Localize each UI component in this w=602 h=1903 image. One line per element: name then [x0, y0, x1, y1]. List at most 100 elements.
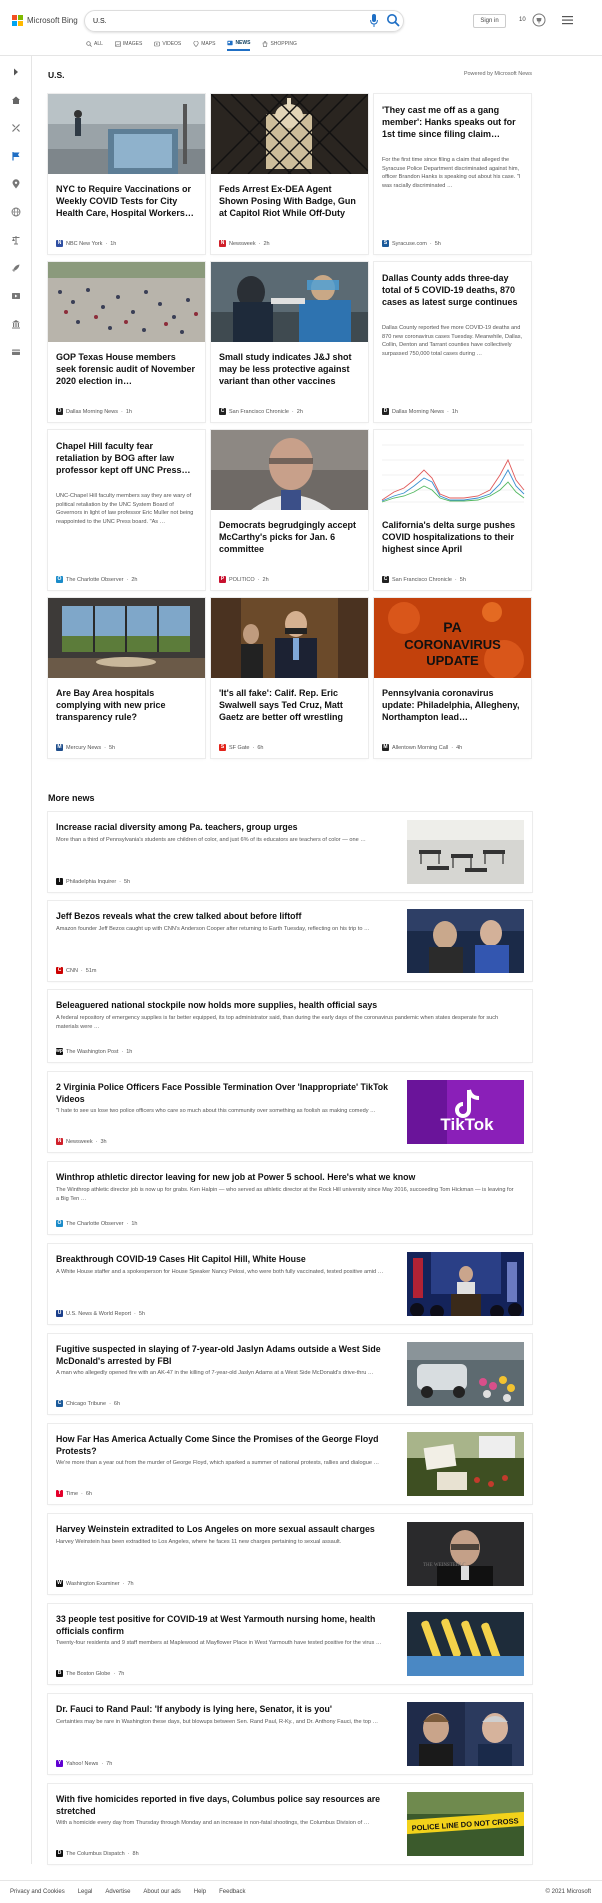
news-card[interactable]: Feds Arrest Ex-DEA Agent Shown Posing Wi… — [211, 94, 368, 254]
provider-name: San Francisco Chronicle — [392, 576, 452, 583]
provider-logo: C — [56, 967, 63, 974]
card-icon[interactable] — [11, 347, 21, 357]
list-item[interactable]: Increase racial diversity among Pa. teac… — [48, 812, 532, 892]
item-title[interactable]: 2 Virginia Police Officers Face Possible… — [56, 1081, 401, 1105]
search-box[interactable] — [84, 10, 404, 32]
copyright: © 2021 Microsoft — [545, 1889, 591, 1895]
item-title[interactable]: Dr. Fauci to Rand Paul: 'If anybody is l… — [56, 1703, 401, 1715]
microphone-icon[interactable] — [370, 14, 378, 28]
bank-icon[interactable] — [11, 319, 21, 329]
provider-name: Newsweek — [66, 1138, 93, 1145]
item-snippet: With a homicide every day from Thursday … — [56, 1820, 370, 1826]
card-title[interactable]: Pennsylvania coronavirus update: Philade… — [382, 687, 524, 723]
item-image: TikTok — [407, 1080, 524, 1144]
item-title[interactable]: Fugitive suspected in slaying of 7-year-… — [56, 1343, 401, 1367]
home-icon[interactable] — [11, 95, 21, 105]
powered-by[interactable]: Powered by Microsoft News — [464, 71, 532, 77]
list-item[interactable]: Beleaguered national stockpile now holds… — [48, 990, 532, 1062]
provider-logo: T — [56, 1490, 63, 1497]
rewards-count[interactable]: 10 — [519, 17, 526, 23]
item-title[interactable]: Beleaguered national stockpile now holds… — [56, 999, 516, 1011]
news-card[interactable]: Democrats begrudgingly accept McCarthy's… — [211, 430, 368, 590]
provider-name: The Boston Globe — [66, 1670, 111, 1677]
card-title[interactable]: Feds Arrest Ex-DEA Agent Shown Posing Wi… — [219, 183, 361, 219]
card-title[interactable]: Small study indicates J&J shot may be le… — [219, 351, 361, 387]
provider-logo: S — [382, 240, 389, 247]
provider-name: Yahoo! News — [66, 1760, 99, 1767]
news-card[interactable]: NYC to Require Vaccinations or Weekly CO… — [48, 94, 205, 254]
provider-name: NBC New York — [66, 240, 103, 247]
list-item[interactable]: 2 Virginia Police Officers Face Possible… — [48, 1072, 532, 1152]
sign-in-button[interactable]: Sign in — [473, 14, 506, 28]
card-title[interactable]: California's delta surge pushes COVID ho… — [382, 519, 524, 555]
item-title[interactable]: Increase racial diversity among Pa. teac… — [56, 821, 401, 833]
list-item[interactable]: Dr. Fauci to Rand Paul: 'If anybody is l… — [48, 1694, 532, 1774]
news-card[interactable]: Are Bay Area hospitals complying with ne… — [48, 598, 205, 758]
footer-link-feedback[interactable]: Feedback — [219, 1889, 245, 1895]
nav-label: SHOPPING — [270, 41, 297, 47]
tools-icon[interactable] — [11, 123, 21, 133]
list-item[interactable]: Fugitive suspected in slaying of 7-year-… — [48, 1334, 532, 1414]
card-title[interactable]: NYC to Require Vaccinations or Weekly CO… — [56, 183, 198, 219]
card-provider: N Newsweek · 2h — [219, 240, 270, 247]
item-provider: U U.S. News & World Report · 5h — [56, 1310, 145, 1317]
news-card[interactable]: 'They cast me off as a gang member': Han… — [374, 94, 531, 254]
film-icon[interactable] — [11, 291, 21, 301]
news-card[interactable]: Dallas County adds three-day total of 5 … — [374, 262, 531, 422]
nav-shopping[interactable]: SHOPPING — [262, 40, 297, 51]
nav-all[interactable]: ALL — [86, 40, 103, 51]
nav-maps[interactable]: MAPS — [193, 40, 215, 51]
news-card[interactable]: Small study indicates J&J shot may be le… — [211, 262, 368, 422]
rocket-icon[interactable] — [11, 263, 21, 273]
card-title[interactable]: GOP Texas House members seek forensic au… — [56, 351, 198, 387]
provider-time: 6h — [85, 1490, 92, 1497]
expand-icon[interactable] — [11, 67, 21, 77]
rewards-icon[interactable] — [532, 13, 546, 27]
card-title[interactable]: Dallas County adds three-day total of 5 … — [382, 272, 524, 308]
card-title[interactable]: Democrats begrudgingly accept McCarthy's… — [219, 519, 361, 555]
location-icon[interactable] — [11, 179, 21, 189]
item-title[interactable]: Harvey Weinstein extradited to Los Angel… — [56, 1523, 401, 1535]
card-snippet: UNC-Chapel Hill faculty members say they… — [56, 493, 194, 525]
card-title[interactable]: 'It's all fake': Calif. Rep. Eric Swalwe… — [219, 687, 361, 723]
news-card[interactable]: California's delta surge pushes COVID ho… — [374, 430, 531, 590]
item-title[interactable]: How Far Has America Actually Come Since … — [56, 1433, 401, 1457]
item-title[interactable]: 33 people test positive for COVID-19 at … — [56, 1613, 401, 1637]
nav-images[interactable]: IMAGES — [115, 40, 142, 51]
nav-news[interactable]: NEWS — [227, 40, 251, 51]
card-title[interactable]: 'They cast me off as a gang member': Han… — [382, 104, 524, 140]
item-title[interactable]: Breakthrough COVID-19 Cases Hit Capitol … — [56, 1253, 401, 1265]
list-item[interactable]: With five homicides reported in five day… — [48, 1784, 532, 1864]
footer-link-advertise[interactable]: Advertise — [105, 1889, 130, 1895]
list-item[interactable]: Harvey Weinstein extradited to Los Angel… — [48, 1514, 532, 1594]
news-card[interactable]: PA CORONAVIRUS UPDATE Pennsylvania coron… — [374, 598, 531, 758]
footer-link-about-ads[interactable]: About our ads — [143, 1889, 180, 1895]
globe-icon[interactable] — [11, 207, 21, 217]
footer-link-help[interactable]: Help — [194, 1889, 206, 1895]
item-title[interactable]: Winthrop athletic director leaving for n… — [56, 1171, 516, 1183]
footer-link-legal[interactable]: Legal — [78, 1889, 93, 1895]
search-input[interactable] — [93, 15, 363, 28]
list-item[interactable]: 33 people test positive for COVID-19 at … — [48, 1604, 532, 1684]
search-icon[interactable] — [386, 13, 400, 27]
provider-time: 2h — [131, 576, 138, 583]
card-title[interactable]: Are Bay Area hospitals complying with ne… — [56, 687, 198, 723]
list-item[interactable]: Winthrop athletic director leaving for n… — [48, 1162, 532, 1234]
nav-videos[interactable]: VIDEOS — [154, 40, 181, 51]
item-title[interactable]: With five homicides reported in five day… — [56, 1793, 401, 1817]
list-item[interactable]: How Far Has America Actually Come Since … — [48, 1424, 532, 1504]
list-item[interactable]: Breakthrough COVID-19 Cases Hit Capitol … — [48, 1244, 532, 1324]
news-card[interactable]: Chapel Hill faculty fear retaliation by … — [48, 430, 205, 590]
list-item[interactable]: Jeff Bezos reveals what the crew talked … — [48, 901, 532, 981]
flag-icon[interactable] — [11, 151, 21, 161]
news-card[interactable]: GOP Texas House members seek forensic au… — [48, 262, 205, 422]
hamburger-menu-icon[interactable] — [562, 15, 573, 25]
scale-icon[interactable] — [11, 235, 21, 245]
provider-logo: M — [382, 744, 389, 751]
footer-link-privacy[interactable]: Privacy and Cookies — [10, 1889, 65, 1895]
item-title[interactable]: Jeff Bezos reveals what the crew talked … — [56, 910, 401, 922]
news-card[interactable]: 'It's all fake': Calif. Rep. Eric Swalwe… — [211, 598, 368, 758]
item-image — [407, 1342, 524, 1406]
card-title[interactable]: Chapel Hill faculty fear retaliation by … — [56, 440, 198, 476]
bing-logo[interactable]: Microsoft Bing — [12, 15, 78, 26]
